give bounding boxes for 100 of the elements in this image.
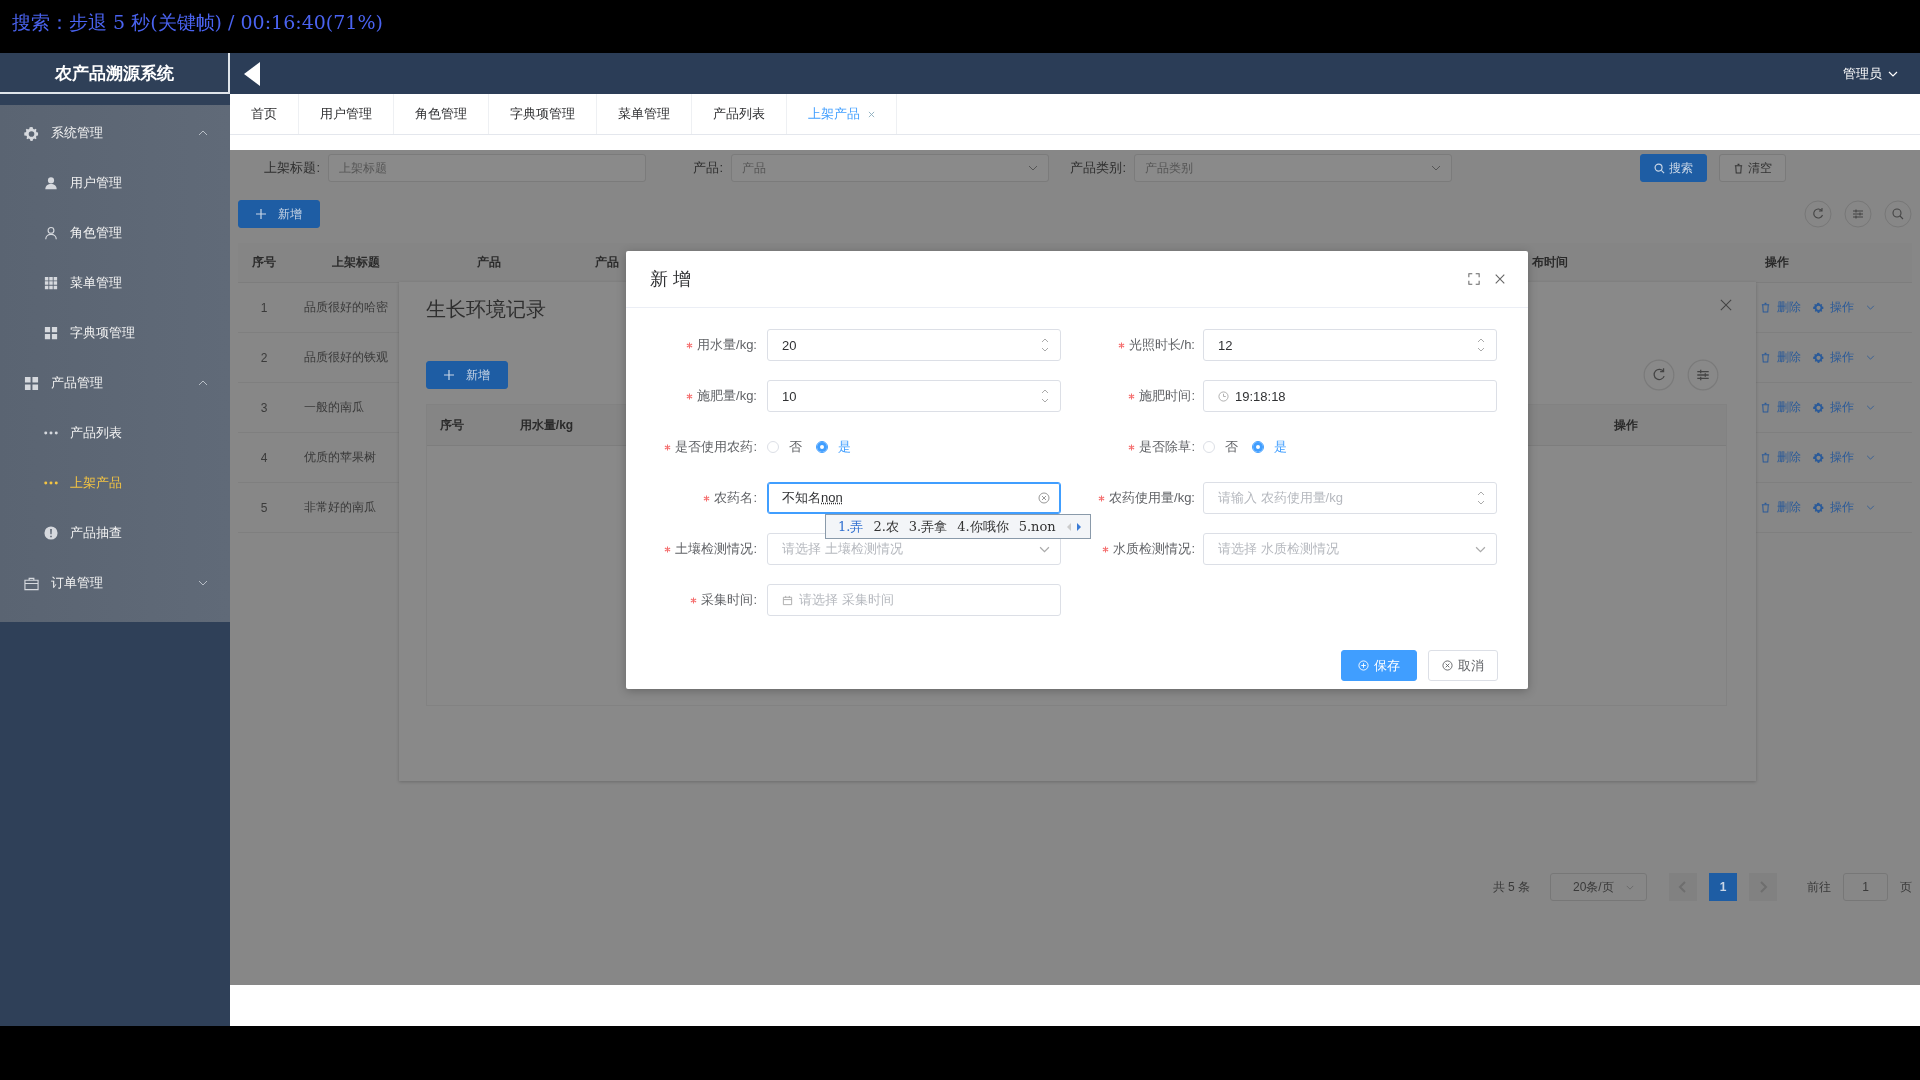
- gear-icon[interactable]: [1813, 302, 1824, 313]
- dialog-title: 新 增: [650, 268, 691, 291]
- tab[interactable]: 用户管理: [299, 94, 394, 134]
- tab[interactable]: 上架产品: [787, 94, 897, 134]
- menu-item[interactable]: 产品抽查: [0, 508, 230, 558]
- trash-icon[interactable]: [1760, 402, 1771, 413]
- goto-label: 前往: [1807, 878, 1831, 896]
- player-status-text: 搜索：步退 5 秒(关键帧) / 00:16:40(71%): [11, 10, 383, 35]
- chevron-icon: [198, 380, 208, 386]
- radio-option[interactable]: 否: [1203, 438, 1238, 456]
- radio-option[interactable]: 否: [767, 438, 802, 456]
- refresh-icon[interactable]: [1643, 359, 1675, 391]
- chevron-icon: [198, 130, 208, 136]
- menu-group[interactable]: 系统管理: [0, 108, 230, 158]
- save-button[interactable]: 保存: [1341, 650, 1417, 681]
- input-field[interactable]: 10: [767, 380, 1061, 412]
- trash-icon[interactable]: [1760, 452, 1771, 463]
- columns-icon[interactable]: [1687, 359, 1719, 391]
- input-field[interactable]: 12: [1203, 329, 1497, 361]
- clear-icon[interactable]: [1038, 492, 1050, 504]
- menu-item[interactable]: 上架产品: [0, 458, 230, 508]
- ime-candidate[interactable]: 5.non: [1018, 519, 1056, 534]
- menu-item[interactable]: 字典项管理: [0, 308, 230, 358]
- collapse-sidebar-icon[interactable]: [244, 61, 260, 86]
- ime-candidate[interactable]: 4.你哦你: [957, 517, 1009, 536]
- menu-item[interactable]: 角色管理: [0, 208, 230, 258]
- menu-item[interactable]: 菜单管理: [0, 258, 230, 308]
- column-header: 产品: [475, 254, 502, 271]
- column-header: 操作: [1764, 254, 1790, 271]
- previous-page-icon[interactable]: [1669, 873, 1697, 901]
- tab[interactable]: 字典项管理: [489, 94, 597, 134]
- columns-icon[interactable]: [1844, 200, 1872, 228]
- add-button[interactable]: 新增: [426, 361, 508, 389]
- ime-candidate[interactable]: 3.弄拿: [908, 517, 948, 536]
- time-field[interactable]: 19:18:18: [1203, 380, 1497, 412]
- cancel-button[interactable]: 取消: [1428, 650, 1498, 681]
- tab[interactable]: 菜单管理: [597, 94, 692, 134]
- close-icon[interactable]: [1494, 273, 1506, 285]
- field-label: 水质检测情况:: [1113, 540, 1195, 558]
- alert-icon: [44, 526, 58, 540]
- page-number[interactable]: 1: [1709, 873, 1737, 901]
- gear-icon: [24, 125, 39, 141]
- input-field[interactable]: 不知名 non: [767, 482, 1061, 514]
- search-icon: [1654, 162, 1665, 174]
- filter-label: 上架标题:: [263, 159, 321, 177]
- input-field[interactable]: 20: [767, 329, 1061, 361]
- menu-group[interactable]: 订单管理: [0, 558, 230, 608]
- chevron-icon: [1866, 405, 1875, 410]
- grid-icon: [24, 375, 39, 391]
- table-cell-text: 品质很好的铁观: [303, 349, 389, 366]
- clear-button[interactable]: 清空: [1719, 154, 1786, 182]
- stepper-icon[interactable]: [1476, 337, 1486, 353]
- trash-icon[interactable]: [1760, 302, 1771, 313]
- tab[interactable]: 产品列表: [692, 94, 787, 134]
- clock-icon: [1218, 390, 1229, 402]
- table-cell-text: 4: [259, 450, 269, 465]
- tab[interactable]: 角色管理: [394, 94, 489, 134]
- column-header: 序号: [439, 416, 465, 434]
- gear-icon[interactable]: [1813, 452, 1824, 463]
- column-header: 序号: [251, 254, 277, 271]
- page-arrows-icon[interactable]: [1065, 521, 1082, 532]
- user-menu[interactable]: 管理员: [1843, 64, 1898, 83]
- search-button[interactable]: 搜索: [1640, 154, 1707, 182]
- page-size-select[interactable]: 20条/页: [1550, 873, 1647, 901]
- gear-icon[interactable]: [1813, 352, 1824, 363]
- tab[interactable]: 首页: [230, 94, 299, 134]
- ime-candidate[interactable]: 1.弄: [838, 517, 864, 536]
- table-cell-text: 3: [259, 400, 269, 415]
- search-icon[interactable]: [1884, 200, 1912, 228]
- menu-group[interactable]: 产品管理: [0, 358, 230, 408]
- ime-candidate[interactable]: 2.农: [873, 517, 899, 536]
- panel-title: 生长环境记录: [426, 297, 546, 322]
- table-cell-text: 非常好的南瓜: [303, 499, 377, 516]
- close-icon[interactable]: [1720, 299, 1732, 311]
- add-button[interactable]: 新增: [238, 200, 320, 228]
- close-icon[interactable]: [868, 111, 875, 118]
- menu-item[interactable]: 产品列表: [0, 408, 230, 458]
- trash-icon[interactable]: [1760, 502, 1771, 513]
- stepper-icon[interactable]: [1040, 337, 1050, 353]
- menu-item[interactable]: 用户管理: [0, 158, 230, 208]
- refresh-icon[interactable]: [1804, 200, 1832, 228]
- stepper-icon[interactable]: [1040, 388, 1050, 404]
- next-page-icon[interactable]: [1749, 873, 1777, 901]
- stepper-icon[interactable]: [1476, 490, 1486, 506]
- radio-option[interactable]: 是: [816, 438, 851, 456]
- maximize-icon[interactable]: [1468, 273, 1480, 285]
- chevron-icon: [198, 580, 208, 586]
- radio-option[interactable]: 是: [1252, 438, 1287, 456]
- plus-icon: [444, 370, 454, 380]
- chevron-icon: [1866, 305, 1875, 310]
- trash-icon[interactable]: [1760, 352, 1771, 363]
- chevron-icon: [1039, 545, 1050, 553]
- field-label: 用水量/kg:: [697, 336, 757, 354]
- chevron-icon: [1866, 455, 1875, 460]
- page-input[interactable]: 1: [1843, 873, 1888, 901]
- gear-icon[interactable]: [1813, 502, 1824, 513]
- gear-icon[interactable]: [1813, 402, 1824, 413]
- field-label: 农药使用量/kg:: [1109, 489, 1195, 507]
- close-circle-icon: [1442, 660, 1453, 671]
- user-icon: [44, 226, 58, 240]
